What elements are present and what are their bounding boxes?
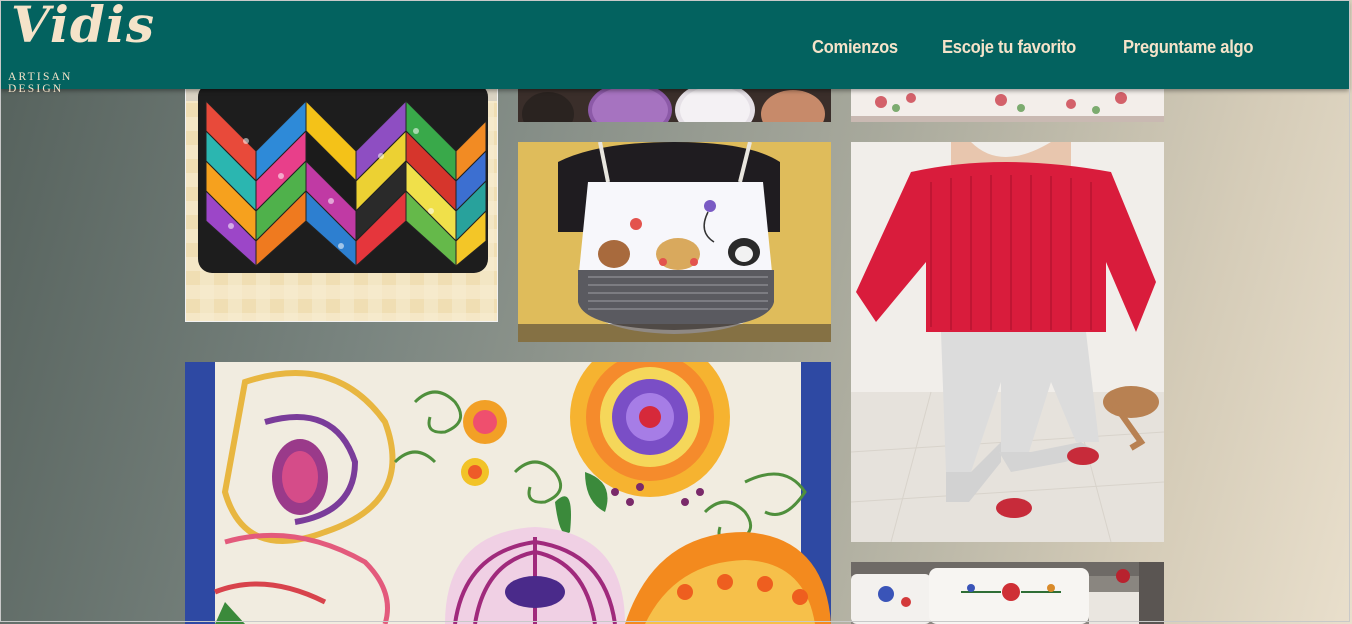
gallery-photo-red-sweater[interactable] [851, 142, 1164, 542]
nav-link-preguntame-algo[interactable]: Preguntame algo [1123, 37, 1253, 58]
brand-name: Vidis [11, 0, 156, 54]
brand-logo[interactable]: Vidis ARTISAN DESIGN [5, 0, 154, 95]
embroidered-pillows-bed-image [851, 562, 1164, 624]
gallery-photo-floral-embroidery[interactable] [185, 362, 831, 624]
gallery-photo-patchwork-pillow[interactable] [185, 60, 498, 322]
gallery-photo-dog-apron[interactable] [518, 142, 831, 342]
brand-tagline: ARTISAN DESIGN [8, 71, 73, 95]
red-sweater-image [851, 142, 1164, 542]
header-navbar: Vidis ARTISAN DESIGN Comienzos Escoje tu… [1, 0, 1349, 95]
nav-link-comienzos[interactable]: Comienzos [812, 37, 898, 58]
gallery-photo-embroidered-pillows-bed[interactable] [851, 562, 1164, 624]
floral-embroidery-image [185, 362, 831, 624]
nav-link-escoje-tu-favorito[interactable]: Escoje tu favorito [942, 37, 1076, 58]
patchwork-pillow-image [186, 61, 497, 321]
dog-apron-image [518, 142, 831, 342]
